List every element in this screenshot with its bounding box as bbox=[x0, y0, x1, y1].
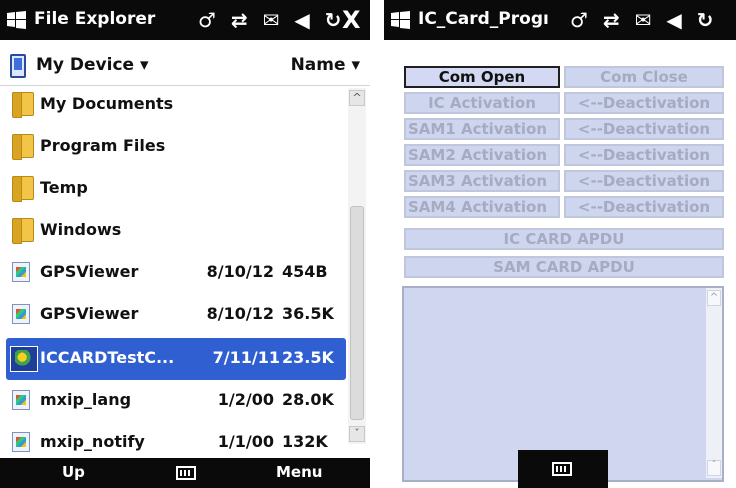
file-name: mxip_lang bbox=[40, 390, 132, 409]
folder-name: Program Files bbox=[40, 136, 166, 155]
file-row[interactable]: GPSViewer 8/10/12 454B bbox=[0, 252, 346, 294]
file-explorer-window: File Explorer ♂ ⇄ ✉ ◀ ↻ X My Device ▾ Na… bbox=[0, 0, 370, 488]
windows-logo-icon[interactable] bbox=[6, 10, 28, 30]
sam4-activation-button[interactable]: SAM4 Activation bbox=[404, 196, 560, 218]
file-icon bbox=[12, 304, 30, 324]
folder-row[interactable]: Program Files bbox=[0, 126, 346, 168]
scrollbar[interactable]: ^ ˇ bbox=[348, 88, 366, 444]
title-bar: File Explorer ♂ ⇄ ✉ ◀ ↻ X bbox=[0, 0, 370, 40]
sam2-deactivation-button[interactable]: <--Deactivation bbox=[564, 144, 724, 166]
sam1-deactivation-button[interactable]: <--Deactivation bbox=[564, 118, 724, 140]
file-date: 7/11/11 bbox=[212, 348, 280, 367]
folder-name: Temp bbox=[40, 178, 88, 197]
file-date: 1/2/00 bbox=[217, 390, 274, 409]
file-name: GPSViewer bbox=[40, 304, 139, 323]
app-icon bbox=[10, 346, 38, 372]
folder-row[interactable]: Windows bbox=[0, 210, 346, 252]
up-button[interactable]: Up bbox=[62, 463, 85, 481]
textarea-scrollbar[interactable]: ^ ˇ bbox=[706, 288, 722, 478]
file-icon bbox=[12, 390, 30, 410]
file-date: 8/10/12 bbox=[206, 304, 274, 323]
sam4-deactivation-button[interactable]: <--Deactivation bbox=[564, 196, 724, 218]
device-icon bbox=[10, 54, 26, 78]
file-date: 8/10/12 bbox=[206, 262, 274, 281]
ic-deactivation-button[interactable]: <--Deactivation bbox=[564, 92, 724, 114]
sam3-activation-button[interactable]: SAM3 Activation bbox=[404, 170, 560, 192]
status-icons[interactable]: ♂ ⇄ ✉ ◀ ↻ bbox=[570, 6, 717, 34]
folder-name: My Documents bbox=[40, 94, 174, 113]
folder-name: Windows bbox=[40, 220, 122, 239]
location-bar[interactable]: My Device ▾ Name ▾ bbox=[0, 50, 370, 86]
ic-card-program-window: IC_Card_Progı ♂ ⇄ ✉ ◀ ↻ Com Open Com Clo… bbox=[384, 0, 736, 488]
folder-icon bbox=[12, 92, 34, 118]
sam1-activation-button[interactable]: SAM1 Activation bbox=[404, 118, 560, 140]
file-row[interactable]: GPSViewer 8/10/12 36.5K bbox=[0, 294, 346, 336]
menu-bar: Up Menu bbox=[0, 458, 370, 488]
sam3-deactivation-button[interactable]: <--Deactivation bbox=[564, 170, 724, 192]
file-name: GPSViewer bbox=[40, 262, 139, 281]
com-open-button[interactable]: Com Open bbox=[404, 66, 560, 88]
window-title: File Explorer bbox=[34, 9, 156, 29]
file-list: My Documents Program Files Temp Windows … bbox=[0, 84, 346, 458]
file-date: 1/1/00 bbox=[217, 432, 274, 451]
sam2-activation-button[interactable]: SAM2 Activation bbox=[404, 144, 560, 166]
ic-card-apdu-button[interactable]: IC CARD APDU bbox=[404, 228, 724, 250]
file-size: 28.0K bbox=[282, 390, 334, 409]
scroll-up-icon[interactable]: ^ bbox=[707, 290, 721, 306]
file-name: mxip_notify bbox=[40, 432, 145, 451]
folder-icon bbox=[12, 134, 34, 160]
folder-icon bbox=[12, 176, 34, 202]
keyboard-icon[interactable] bbox=[552, 462, 572, 476]
window-title: IC_Card_Progı bbox=[418, 9, 549, 29]
status-icons[interactable]: ♂ ⇄ ✉ ◀ ↻ bbox=[198, 6, 345, 34]
file-icon bbox=[12, 432, 30, 452]
com-close-button[interactable]: Com Close bbox=[564, 66, 724, 88]
title-bar: IC_Card_Progı ♂ ⇄ ✉ ◀ ↻ bbox=[384, 0, 736, 40]
sort-dropdown[interactable]: Name ▾ bbox=[291, 55, 360, 75]
chevron-down-icon: ▾ bbox=[351, 55, 360, 75]
scroll-down-icon[interactable]: ˇ bbox=[349, 426, 365, 442]
folder-row[interactable]: My Documents bbox=[0, 84, 346, 126]
menu-button[interactable]: Menu bbox=[276, 463, 322, 481]
file-size: 23.5K bbox=[282, 348, 334, 367]
keyboard-icon[interactable] bbox=[176, 466, 196, 480]
keyboard-bar bbox=[518, 450, 608, 488]
file-size: 454B bbox=[282, 262, 328, 281]
file-icon bbox=[12, 262, 30, 282]
file-name: ICCARDTestC... bbox=[40, 348, 175, 367]
file-size: 132K bbox=[282, 432, 328, 451]
folder-row[interactable]: Temp bbox=[0, 168, 346, 210]
location-dropdown[interactable]: My Device ▾ bbox=[36, 55, 149, 75]
file-row-selected[interactable]: ICCARDTestC... 7/11/11 23.5K bbox=[6, 338, 346, 380]
windows-logo-icon[interactable] bbox=[390, 10, 412, 30]
sam-card-apdu-button[interactable]: SAM CARD APDU bbox=[404, 256, 724, 278]
scroll-down-icon[interactable]: ˇ bbox=[707, 460, 721, 476]
close-icon[interactable]: X bbox=[342, 6, 361, 34]
folder-icon bbox=[12, 218, 34, 244]
scrollbar-thumb[interactable] bbox=[350, 206, 364, 420]
file-size: 36.5K bbox=[282, 304, 334, 323]
file-row[interactable]: mxip_lang 1/2/00 28.0K bbox=[0, 380, 346, 422]
chevron-down-icon: ▾ bbox=[140, 55, 149, 75]
scroll-up-icon[interactable]: ^ bbox=[349, 90, 365, 106]
ic-activation-button[interactable]: IC Activation bbox=[404, 92, 560, 114]
